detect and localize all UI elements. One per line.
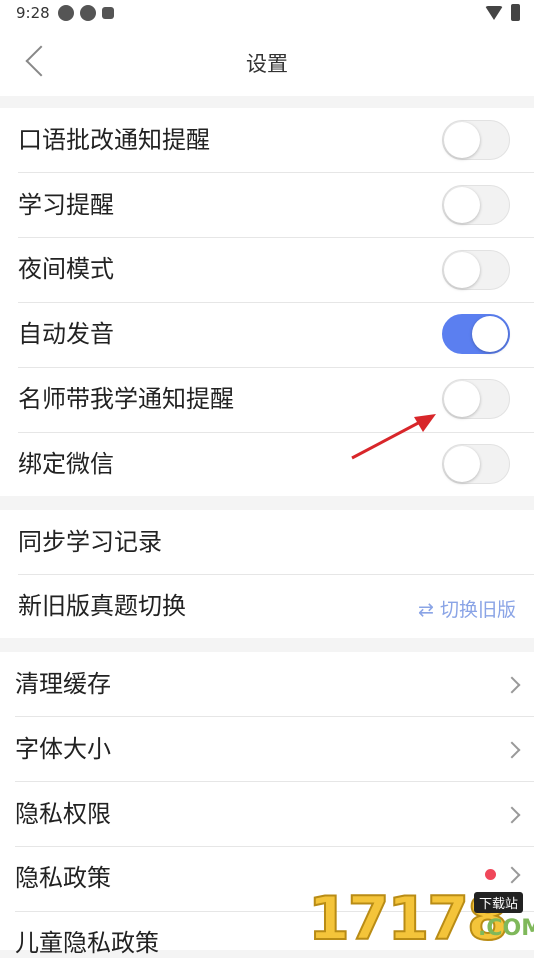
chevron-right-icon <box>503 806 521 824</box>
sync-records-row[interactable]: 同步学习记录 <box>0 510 534 575</box>
watermark-logo: 17178 下载站 .COM <box>307 887 534 951</box>
chevron-right-icon <box>503 676 521 694</box>
menu-label: 字体大小 <box>15 735 111 763</box>
menu-label: 隐私权限 <box>15 800 111 828</box>
menu-label: 清理缓存 <box>15 670 111 698</box>
red-dot-icon <box>485 869 496 880</box>
menu-label: 隐私政策 <box>15 864 111 892</box>
menu-label: 儿童隐私政策 <box>15 929 159 957</box>
watermark-badge: 下载站 <box>474 892 524 913</box>
switch-old-version-link[interactable]: ⇄ 切换旧版 <box>418 595 516 622</box>
menu-item-font-size[interactable]: 字体大小 <box>0 717 534 782</box>
version-switch-row: 新旧版真题切换 ⇄ 切换旧版 <box>0 575 534 638</box>
sync-settings-group: 同步学习记录 新旧版真题切换 ⇄ 切换旧版 <box>0 510 534 638</box>
setting-label: 新旧版真题切换 <box>18 592 186 620</box>
menu-item-clear-cache[interactable]: 清理缓存 <box>0 652 534 717</box>
chevron-right-icon <box>503 866 521 884</box>
watermark-domain: .COM <box>478 916 534 941</box>
setting-label: 同步学习记录 <box>18 528 162 556</box>
menu-item-privacy-permissions[interactable]: 隐私权限 <box>0 782 534 847</box>
chevron-right-icon <box>503 741 521 759</box>
